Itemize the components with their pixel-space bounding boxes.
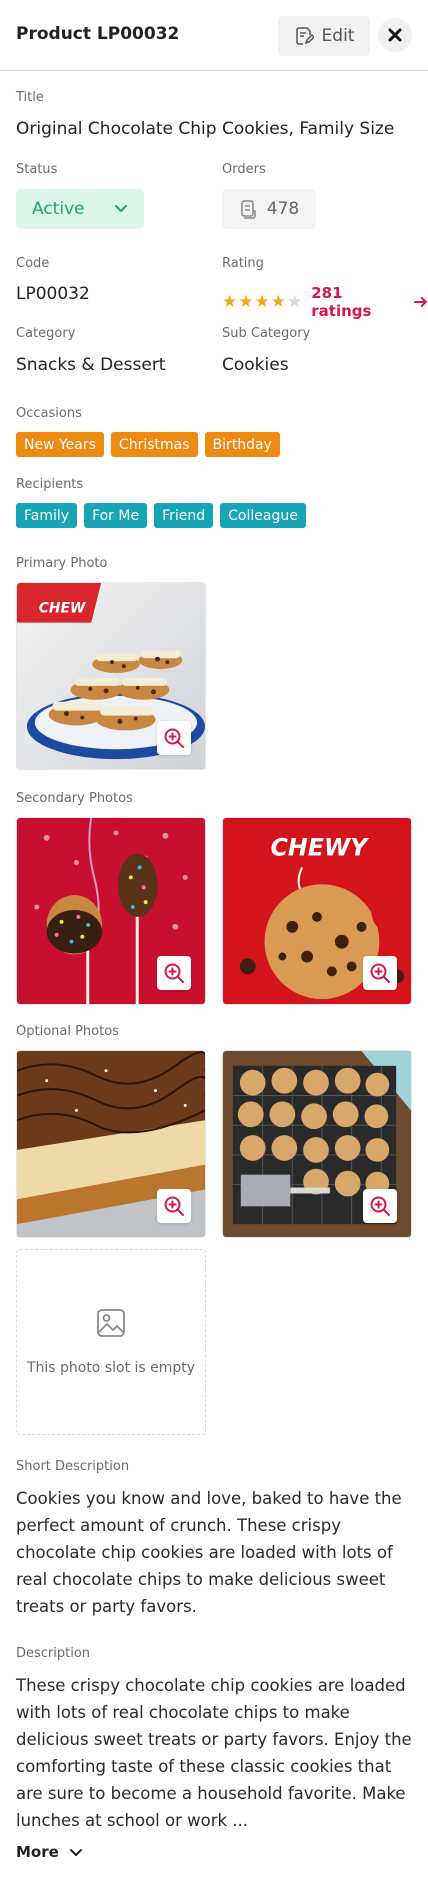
ratings-link[interactable]: 281 ratings [311,284,428,320]
zoom-in-icon [164,728,184,748]
zoom-button[interactable] [157,721,191,755]
receipt-icon [241,200,256,219]
title-label: Title [16,90,44,105]
more-toggle[interactable]: More [16,1843,83,1861]
occasion-tag: New Years [16,432,104,457]
star-filled-icon: ★ [254,291,270,312]
code-label: Code [16,256,50,271]
category-label: Category [16,326,76,341]
description-label: Description [16,1646,91,1661]
short-description-text: Cookies you know and love, baked to have… [16,1489,402,1616]
edit-note-icon [295,27,314,45]
chevron-down-icon [115,205,127,212]
title-value: Original Chocolate Chip Cookies, Family … [16,119,395,139]
chevron-down-icon [69,1848,82,1856]
zoom-button[interactable] [363,956,397,990]
recipient-tag: Family [16,503,78,528]
optional-photos-label: Optional Photos [16,1024,119,1039]
description-text: These crispy chocolate chip cookies are … [16,1676,412,1830]
zoom-in-icon [370,1196,390,1216]
status-label: Status [16,162,58,177]
optional-photo-2[interactable] [222,1050,412,1238]
edit-button[interactable]: Edit [278,16,370,56]
orders-count: 478 [222,189,316,229]
primary-photo-label: Primary Photo [16,556,108,571]
zoom-button[interactable] [157,956,191,990]
star-empty-icon: ★ [287,291,303,312]
recipient-tag: Colleague [220,503,306,528]
svg-text:CHEWY: CHEWY [270,834,370,862]
occasions-label: Occasions [16,406,82,421]
secondary-photo-1[interactable] [16,817,206,1005]
panel-header: Product LP00032 Edit [0,0,428,71]
page-title: Product LP00032 [16,24,180,44]
empty-photo-slot[interactable]: This photo slot is empty [16,1249,206,1435]
zoom-in-icon [164,1196,184,1216]
occasion-tags: New Years Christmas Birthday [16,432,280,457]
secondary-photos-label: Secondary Photos [16,791,133,806]
star-rating: ★ ★ ★ ★ ★ [222,291,303,312]
star-filled-icon: ★ [222,291,238,312]
status-value: Active [32,199,85,219]
orders-value: 478 [266,199,300,219]
empty-slot-text: This photo slot is empty [26,1360,196,1376]
subcategory-value: Cookies [222,355,289,375]
image-placeholder-icon [97,1309,125,1337]
star-filled-icon: ★ [270,291,286,312]
zoom-button[interactable] [363,1189,397,1223]
zoom-button[interactable] [157,1189,191,1223]
rating-label: Rating [222,256,264,271]
orders-label: Orders [222,162,266,177]
close-button[interactable] [378,18,412,52]
code-value: LP00032 [16,284,90,304]
ratings-link-label: 281 ratings [311,284,372,320]
recipient-tag: For Me [84,503,148,528]
rating: ★ ★ ★ ★ ★ 281 ratings [222,284,428,320]
optional-photo-1[interactable] [16,1050,206,1238]
recipients-label: Recipients [16,477,84,492]
status-select[interactable]: Active [16,189,144,229]
zoom-in-icon [370,963,390,983]
occasion-tag: Christmas [110,432,198,457]
primary-photo[interactable]: CHEW [16,582,206,770]
occasion-tag: Birthday [204,432,280,457]
short-description-label: Short Description [16,1459,130,1474]
zoom-in-icon [164,963,184,983]
star-filled-icon: ★ [238,291,254,312]
close-x-icon [388,28,402,42]
edit-button-label: Edit [321,26,355,46]
svg-text:CHEW: CHEW [39,601,86,617]
category-value: Snacks & Dessert [16,355,166,375]
secondary-photo-2[interactable]: CHEWY [222,817,412,1005]
subcategory-label: Sub Category [222,326,311,341]
more-label: More [16,1843,59,1861]
recipient-tags: Family For Me Friend Colleague [16,503,306,528]
recipient-tag: Friend [154,503,214,528]
arrow-right-icon [414,297,428,307]
